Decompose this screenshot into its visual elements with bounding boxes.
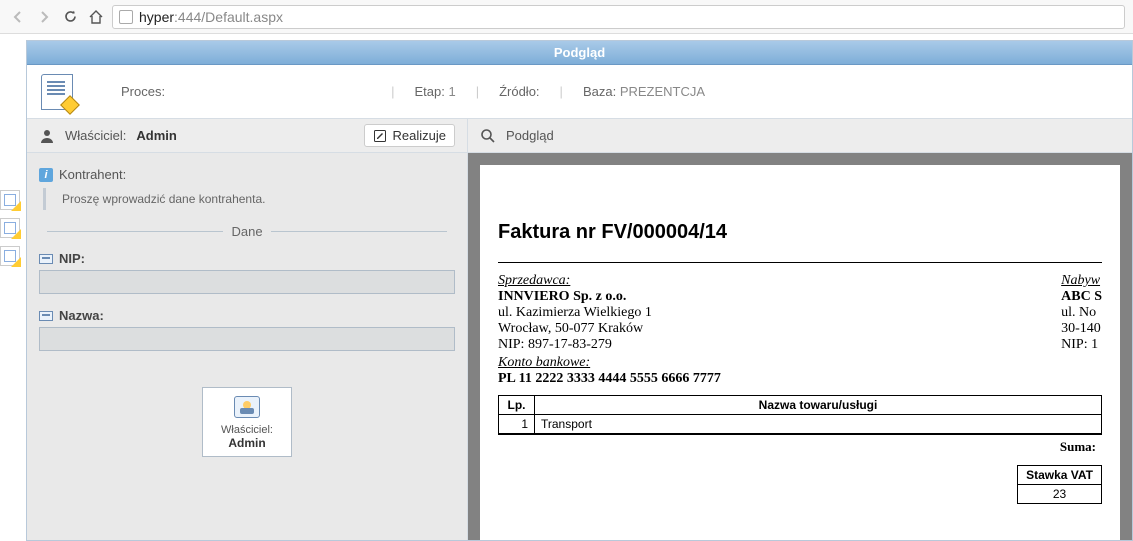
edge-doc-icon[interactable] [0, 190, 20, 210]
meta-zrodlo: Źródło: [499, 84, 539, 99]
form-header: Właściciel: Admin Realizuje [27, 119, 467, 153]
field-icon [39, 311, 53, 321]
meta-bar: Proces: | Etap: 1 | Źródło: | Baza: PREZ… [27, 65, 1132, 119]
home-button[interactable] [86, 7, 106, 27]
owner-card-value: Admin [207, 436, 287, 450]
page-icon [119, 10, 133, 24]
user-icon [39, 128, 55, 144]
preview-viewport[interactable]: Faktura nr FV/000004/14 Sprzedawca: INNV… [468, 153, 1132, 540]
kontrahent-hint: Proszę wprowadzić dane kontrahenta. [54, 192, 447, 206]
col-nazwa: Nazwa towaru/usługi [535, 396, 1102, 415]
invoice-title: Faktura nr FV/000004/14 [498, 221, 1102, 244]
badge-icon [234, 396, 260, 418]
form-pane: Właściciel: Admin Realizuje Kontrahent: … [27, 119, 468, 540]
nip-input[interactable] [39, 270, 455, 294]
field-icon [39, 254, 53, 264]
invoice-document: Faktura nr FV/000004/14 Sprzedawca: INNV… [480, 165, 1120, 540]
field-nip: NIP: [39, 251, 455, 294]
url-text: hyper:444/Default.aspx [139, 9, 283, 25]
seller-block: Sprzedawca: INNVIERO Sp. z o.o. ul. Kazi… [498, 273, 721, 395]
forward-button[interactable] [34, 7, 54, 27]
meta-baza: Baza: PREZENTCJA [583, 84, 705, 99]
nazwa-label: Nazwa: [59, 308, 104, 323]
nip-label: NIP: [59, 251, 85, 266]
owner-card-label: Właściciel: [207, 424, 287, 436]
edge-doc-icon[interactable] [0, 218, 20, 238]
edit-icon [373, 129, 387, 143]
section-divider: Dane [39, 224, 455, 239]
kontrahent-header: Kontrahent: [39, 167, 455, 182]
kontrahent-info: Proszę wprowadzić dane kontrahenta. [43, 188, 455, 210]
realizuje-button[interactable]: Realizuje [364, 124, 455, 147]
preview-title: Podgląd [506, 128, 554, 143]
app-window: Podgląd Proces: | Etap: 1 | Źródło: | Ba… [26, 40, 1133, 541]
reload-button[interactable] [60, 7, 80, 27]
url-bar[interactable]: hyper:444/Default.aspx [112, 5, 1125, 29]
nazwa-input[interactable] [39, 327, 455, 351]
vat-header: Stawka VAT [1018, 466, 1102, 485]
buyer-block: Nabyw ABC S ul. No 30-140 NIP: 1 [1061, 273, 1102, 395]
vat-table: Stawka VAT 23 [1017, 465, 1102, 504]
col-lp: Lp. [499, 396, 535, 415]
info-icon [39, 168, 53, 182]
items-table: Lp. Nazwa towaru/usługi 1 Transport [498, 395, 1102, 434]
vat-value: 23 [1018, 485, 1102, 504]
magnifier-icon [480, 128, 496, 144]
browser-toolbar: hyper:444/Default.aspx [0, 0, 1133, 34]
field-nazwa: Nazwa: [39, 308, 455, 351]
owner-card[interactable]: Właściciel: Admin [202, 387, 292, 457]
meta-proces: Proces: [121, 84, 165, 99]
sum-label: Suma: [498, 434, 1102, 459]
meta-etap: Etap: 1 [414, 84, 455, 99]
document-edit-icon [41, 74, 73, 110]
edge-icons [0, 190, 24, 266]
window-title: Podgląd [27, 41, 1132, 65]
preview-pane: Podgląd Faktura nr FV/000004/14 Sprzedaw… [468, 119, 1132, 540]
table-row: 1 Transport [499, 415, 1102, 434]
back-button[interactable] [8, 7, 28, 27]
preview-header: Podgląd [468, 119, 1132, 153]
owner-label: Właściciel: [65, 128, 126, 143]
owner-value: Admin [136, 128, 176, 143]
edge-doc-icon[interactable] [0, 246, 20, 266]
